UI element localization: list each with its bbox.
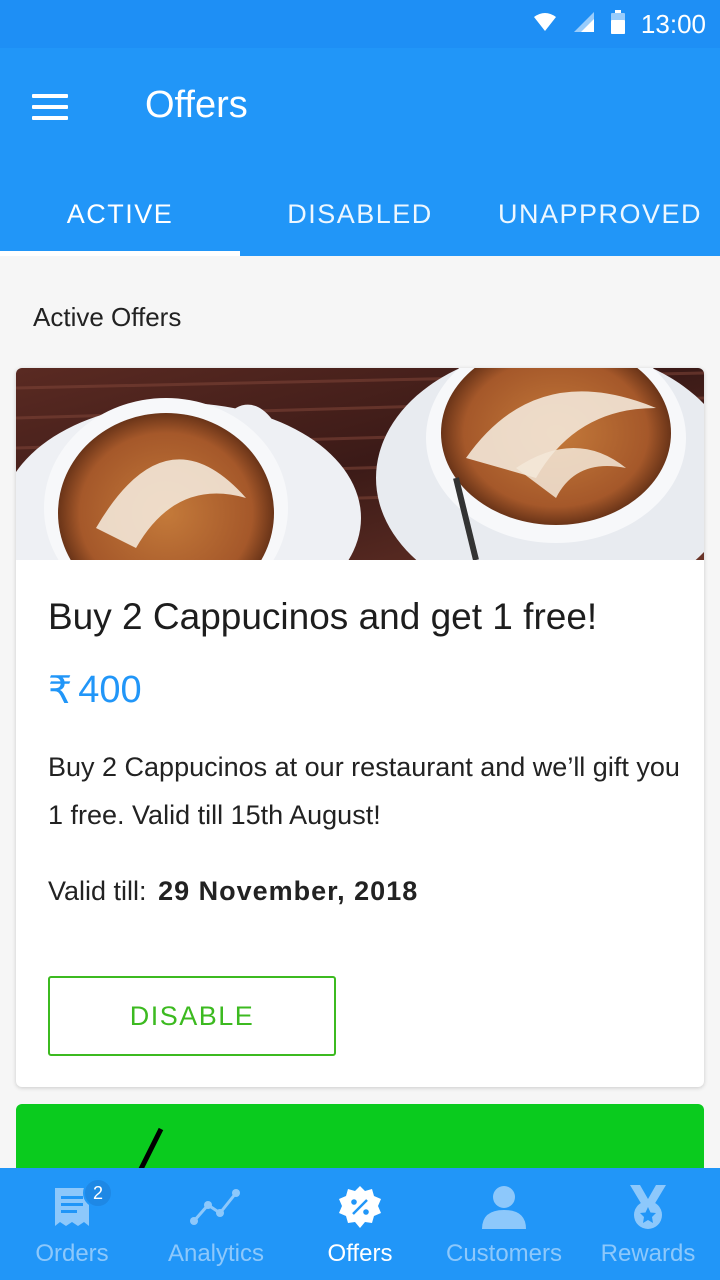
nav-analytics-label: Analytics — [167, 1240, 265, 1267]
tab-bar: ACTIVE DISABLED UNAPPROVED — [0, 172, 720, 256]
person-icon — [481, 1182, 527, 1232]
offer-card[interactable]: Buy 2 Cappucinos and get 1 free! ₹ 400 B… — [16, 368, 704, 1087]
offer-validity: Valid till: 29 November, 2018 — [48, 876, 418, 907]
nav-analytics[interactable]: Analytics — [144, 1168, 288, 1280]
disable-button[interactable]: DISABLE — [48, 976, 336, 1056]
section-title: Active Offers — [33, 302, 182, 332]
signal-icon — [573, 11, 595, 38]
offer-title: Buy 2 Cappucinos and get 1 free! — [48, 596, 598, 637]
status-bar: 13:00 — [0, 0, 720, 48]
page-title: Offers — [145, 84, 248, 126]
battery-icon — [610, 9, 625, 39]
nav-orders[interactable]: 2 Orders — [0, 1168, 144, 1280]
tab-unapproved[interactable]: UNAPPROVED — [480, 172, 720, 256]
price-value: 400 — [78, 669, 142, 711]
nav-rewards-label: Rewards — [600, 1240, 696, 1267]
orders-badge: 2 — [83, 1178, 113, 1208]
offer-description: Buy 2 Cappucinos at our restaurant and w… — [48, 752, 680, 830]
menu-icon[interactable] — [32, 94, 68, 120]
medal-icon — [626, 1182, 670, 1232]
nav-offers[interactable]: Offers — [288, 1168, 432, 1280]
bottom-nav: 2 Orders Analytics Offers Customers Rewa… — [0, 1168, 720, 1280]
valid-label: Valid till: — [48, 876, 147, 906]
nav-rewards[interactable]: Rewards — [576, 1168, 720, 1280]
tab-disabled[interactable]: DISABLED — [240, 172, 480, 256]
nav-customers[interactable]: Customers — [432, 1168, 576, 1280]
offer-image — [16, 368, 704, 560]
app-bar: Offers ACTIVE DISABLED UNAPPROVED — [0, 48, 720, 256]
nav-offers-label: Offers — [327, 1240, 393, 1267]
receipt-icon: 2 — [53, 1178, 113, 1232]
status-time: 13:00 — [640, 8, 706, 39]
offer-price: ₹ 400 — [48, 668, 142, 713]
nav-orders-label: Orders — [35, 1240, 109, 1267]
analytics-icon — [190, 1182, 242, 1232]
wifi-icon — [533, 12, 557, 37]
valid-date: 29 November, 2018 — [158, 876, 419, 906]
tab-active[interactable]: ACTIVE — [0, 172, 240, 256]
percent-badge-icon — [338, 1182, 382, 1232]
nav-customers-label: Customers — [445, 1240, 563, 1267]
rupee-icon: ₹ — [48, 670, 73, 712]
